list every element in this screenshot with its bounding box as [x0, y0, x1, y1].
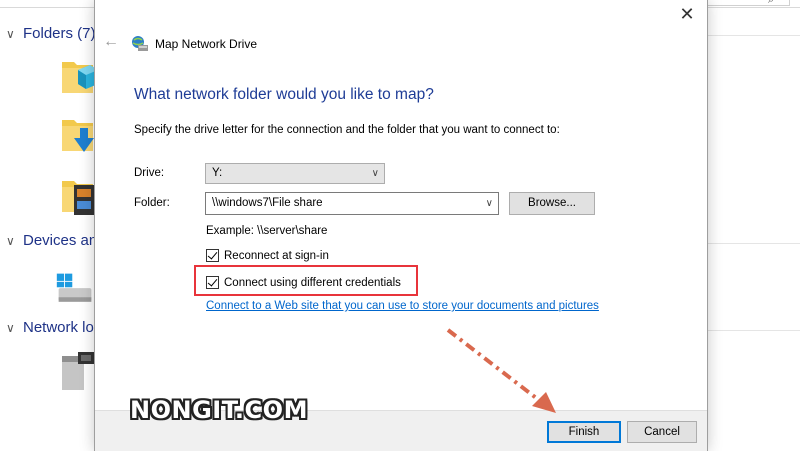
- local-disk-icon[interactable]: [55, 268, 95, 312]
- dialog-title-bar: Map Network Drive: [131, 35, 257, 53]
- highlight-annotation: [194, 265, 418, 296]
- finish-button[interactable]: Finish: [547, 421, 621, 443]
- group-devices[interactable]: ∨ Devices an: [6, 232, 97, 249]
- folder-value: \\windows7\File share: [212, 197, 323, 209]
- chevron-down-icon[interactable]: ∨: [6, 234, 20, 248]
- group-label: Devices an: [23, 232, 98, 249]
- page-heading: What network folder would you like to ma…: [134, 86, 434, 103]
- drive-select[interactable]: Y: ∨: [205, 163, 385, 184]
- chevron-down-icon[interactable]: ∨: [6, 27, 20, 41]
- reconnect-checkbox[interactable]: [206, 249, 219, 262]
- group-label: Network lo: [23, 319, 94, 336]
- description-text: Specify the drive letter for the connect…: [134, 124, 560, 136]
- screen: ⌕ ∨ Folders (7) ∨ Devices an ∨ Network l…: [0, 0, 800, 451]
- network-drive-icon[interactable]: [58, 350, 98, 394]
- folder-input[interactable]: \\windows7\File share ∨: [205, 192, 499, 215]
- group-label: Folders (7): [23, 25, 96, 42]
- cancel-button[interactable]: Cancel: [627, 421, 697, 443]
- search-icon[interactable]: ⌕: [768, 0, 780, 6]
- network-drive-icon: [132, 36, 148, 51]
- reconnect-label: Reconnect at sign-in: [224, 249, 329, 262]
- dashed-arrow-annotation: [446, 328, 556, 413]
- browse-button[interactable]: Browse...: [509, 192, 595, 215]
- map-network-drive-dialog: ✕ ← Map Network Drive What network folde…: [94, 0, 708, 451]
- reconnect-checkbox-row[interactable]: Reconnect at sign-in: [206, 249, 329, 262]
- example-text: Example: \\server\share: [206, 225, 328, 237]
- watermark: NONGIT.COM: [130, 396, 308, 424]
- drive-value: Y:: [212, 167, 223, 179]
- close-icon[interactable]: ✕: [675, 3, 699, 25]
- back-arrow-icon[interactable]: ←: [103, 33, 121, 51]
- group-folders[interactable]: ∨ Folders (7): [6, 25, 96, 42]
- drive-label: Drive:: [134, 167, 165, 179]
- web-site-link[interactable]: Connect to a Web site that you can use t…: [206, 300, 599, 312]
- chevron-down-icon[interactable]: ∨: [372, 164, 379, 183]
- folder-label: Folder:: [134, 197, 170, 209]
- group-network[interactable]: ∨ Network lo: [6, 319, 94, 336]
- dialog-title: Map Network Drive: [155, 37, 258, 51]
- chevron-down-icon[interactable]: ∨: [486, 193, 493, 214]
- chevron-down-icon[interactable]: ∨: [6, 321, 20, 335]
